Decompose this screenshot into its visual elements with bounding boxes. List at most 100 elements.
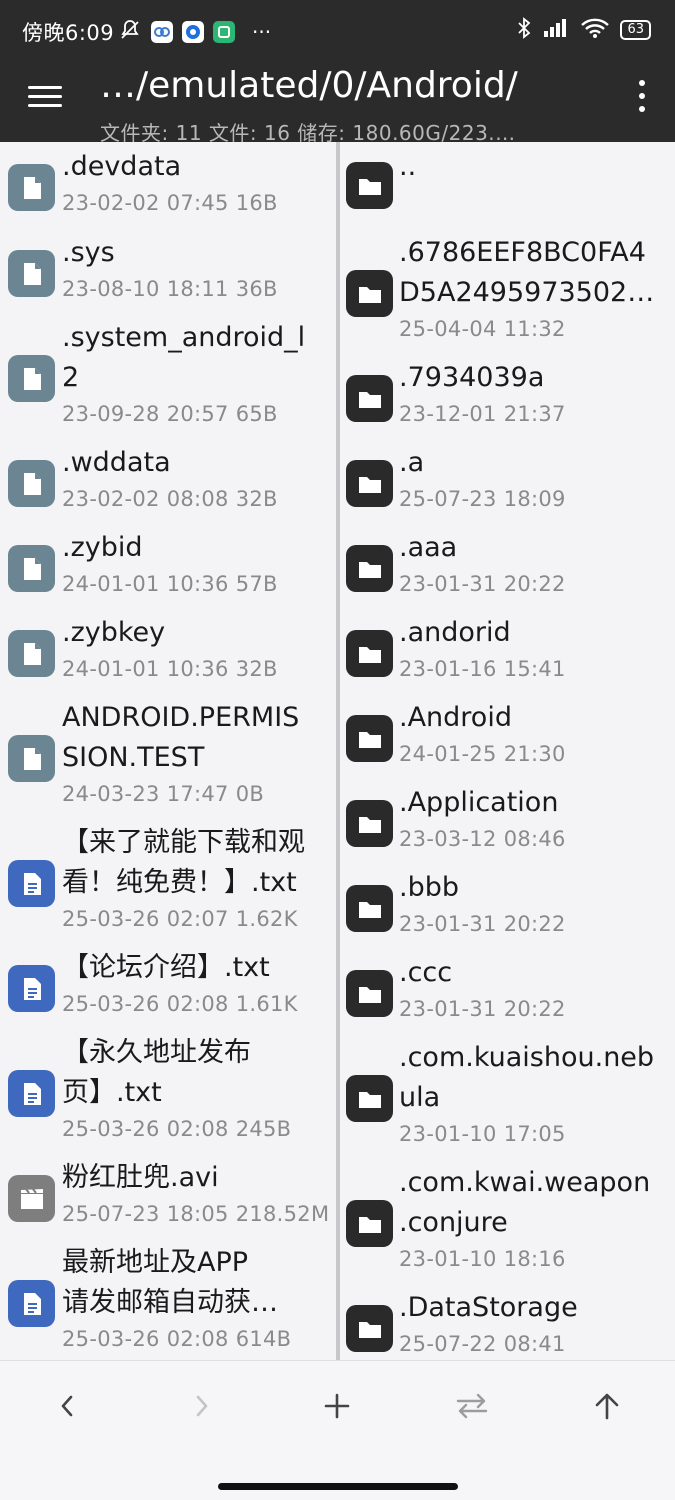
item-name: 【来了就能下载和观 看！纯免费！】.txt [62, 827, 305, 898]
left-file-pane[interactable]: .devdata 23-02-02 07:45 16B .sys 23-08-10 1… [0, 142, 336, 1360]
item-meta: 25-03-26 02:08 1.61K [62, 992, 298, 1016]
item-meta: 23-01-10 17:05 [399, 1122, 566, 1146]
bottom-toolbar [0, 1360, 675, 1500]
text-file-icon [8, 860, 55, 907]
folder-icon [346, 885, 393, 932]
swap-panes-button[interactable] [442, 1383, 502, 1433]
item-meta: 23-12-01 21:37 [399, 402, 566, 426]
item-name: .ccc [399, 957, 453, 988]
folder-icon [346, 270, 393, 317]
folder-icon [346, 1200, 393, 1247]
path-title: …/emulated/0/Android/ [100, 65, 518, 106]
folder-icon [346, 1305, 393, 1352]
item-name: .system_android_l 2 [62, 322, 306, 393]
folder-icon [346, 800, 393, 847]
signal-icon [542, 17, 570, 43]
file-icon [8, 460, 55, 507]
parent-folder-button[interactable] [577, 1383, 637, 1433]
item-meta: 25-07-23 18:05 218.52M [62, 1202, 330, 1226]
folder-icon [346, 545, 393, 592]
file-icon [8, 545, 55, 592]
item-name: ANDROID.PERMIS SION.TEST [62, 702, 300, 773]
home-indicator[interactable] [218, 1483, 458, 1490]
add-icon [323, 1392, 351, 1424]
folder-icon [346, 970, 393, 1017]
item-meta: 23-01-10 18:16 [399, 1247, 566, 1271]
item-name: 粉红肚兜.avi [62, 1162, 219, 1193]
app-icon-b [182, 21, 204, 43]
forward-button[interactable] [172, 1383, 232, 1433]
item-meta: 23-01-31 20:22 [399, 912, 566, 936]
folder-icon [346, 375, 393, 422]
wifi-icon [580, 17, 610, 43]
item-name: .com.kuaishou.neb ula [399, 1042, 655, 1113]
item-name: .. [399, 151, 417, 182]
item-name: .aaa [399, 532, 458, 563]
item-name: .andorid [399, 617, 511, 648]
item-name: 最新地址及APP 请发邮箱自动获… [62, 1247, 278, 1318]
folder-icon [346, 162, 393, 209]
item-meta: 25-07-23 18:09 [399, 487, 566, 511]
item-name: .6786EEF8BC0FA4 D5A2495973502… [399, 237, 655, 308]
video-file-icon [8, 1175, 55, 1222]
bell-muted-icon [118, 18, 142, 46]
back-button[interactable] [37, 1383, 97, 1433]
file-icon [8, 630, 55, 677]
overflow-menu-icon[interactable] [637, 80, 647, 112]
item-meta: 25-03-26 02:08 614B [62, 1327, 292, 1351]
folder-icon [346, 630, 393, 677]
file-icon [8, 164, 55, 211]
item-meta: 24-03-23 17:47 0B [62, 782, 265, 806]
folder-icon [346, 1075, 393, 1122]
up-icon [593, 1391, 621, 1425]
item-meta: 23-01-31 20:22 [399, 997, 566, 1021]
folder-icon [346, 715, 393, 762]
item-name: 【论坛介绍】.txt [62, 952, 270, 983]
forward-icon [192, 1392, 212, 1424]
item-meta: 24-01-01 10:36 57B [62, 572, 278, 596]
item-name: .7934039a [399, 362, 545, 393]
item-name: 【永久地址发布 页】.txt [62, 1037, 251, 1108]
more-notifications-icon: ··· [252, 20, 272, 44]
item-name: .a [399, 447, 425, 478]
item-name: .sys [62, 237, 115, 268]
item-meta: 23-09-28 20:57 65B [62, 402, 278, 426]
item-name: .zybid [62, 532, 143, 563]
item-name: .zybkey [62, 617, 166, 648]
app-icon-a [151, 21, 173, 43]
item-name: .Android [399, 702, 512, 733]
add-button[interactable] [307, 1383, 367, 1433]
app-toolbar: …/emulated/0/Android/ 文件夹: 11 文件: 16 储存:… [0, 60, 675, 145]
item-name: .bbb [399, 872, 459, 903]
item-name: .Application [399, 787, 559, 818]
battery-indicator: 63 [620, 20, 651, 40]
item-meta: 25-07-22 08:41 [399, 1332, 566, 1356]
item-name: .DataStorage [399, 1292, 578, 1323]
item-meta: 25-03-26 02:07 1.62K [62, 907, 298, 931]
item-meta: 23-08-10 18:11 36B [62, 277, 278, 301]
item-name: .devdata [62, 151, 182, 182]
text-file-icon [8, 965, 55, 1012]
file-icon [8, 735, 55, 782]
item-meta: 24-01-25 21:30 [399, 742, 566, 766]
right-file-pane[interactable]: .. .6786EEF8BC0FA4 D5A2495973502… 25-04-04… [340, 142, 675, 1360]
status-bar: 傍晚6:09 ··· 63 [0, 0, 675, 60]
app-icon-c [213, 21, 235, 43]
item-meta: 23-01-16 15:41 [399, 657, 566, 681]
menu-icon[interactable] [28, 80, 68, 110]
status-right-icons: 63 [516, 16, 651, 44]
folder-icon [346, 460, 393, 507]
item-name: .com.kwai.weapon .conjure [399, 1167, 651, 1238]
status-time: 傍晚6:09 [22, 21, 115, 45]
item-meta: 25-03-26 02:08 245B [62, 1117, 292, 1141]
swap-icon [455, 1392, 489, 1424]
item-meta: 23-02-02 08:08 32B [62, 487, 278, 511]
text-file-icon [8, 1280, 55, 1327]
item-meta: 25-04-04 11:32 [399, 317, 566, 341]
status-left-icons: ··· [118, 18, 271, 46]
item-name: .wddata [62, 447, 171, 478]
item-meta: 23-02-02 07:45 16B [62, 191, 278, 215]
item-meta: 24-01-01 10:36 32B [62, 657, 278, 681]
file-icon [8, 355, 55, 402]
file-icon [8, 250, 55, 297]
